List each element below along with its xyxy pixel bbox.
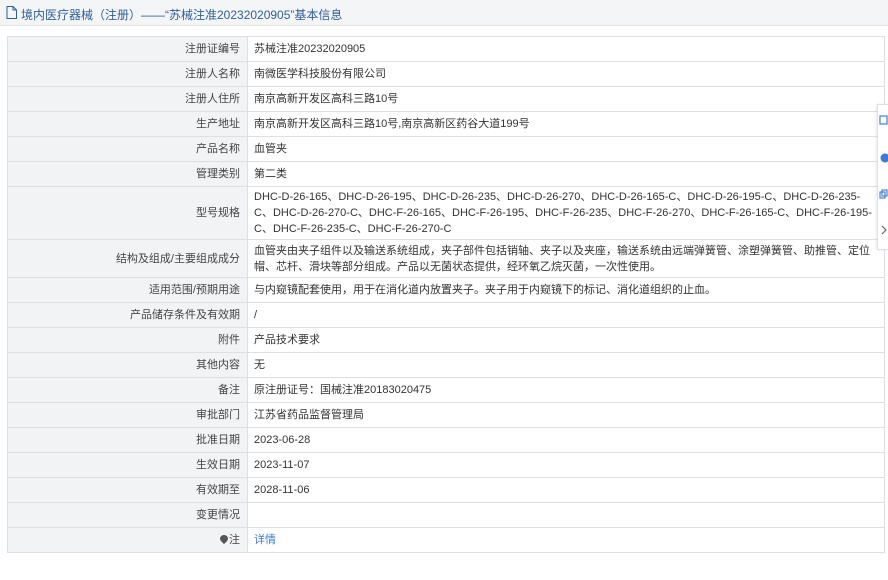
table-row: 管理类别 第二类 bbox=[7, 161, 885, 187]
info-table: 注册证编号 苏械注准20232020905 注册人名称 南微医学科技股份有限公司… bbox=[7, 36, 885, 553]
side-collapse-button[interactable] bbox=[878, 217, 888, 243]
row-label: 生产地址 bbox=[7, 111, 248, 137]
row-value: 第二类 bbox=[247, 161, 885, 187]
table-row: 型号规格 DHC-D-26-165、DHC-D-26-195、DHC-D-26-… bbox=[7, 186, 885, 240]
table-row: 附件 产品技术要求 bbox=[7, 327, 885, 353]
table-row: 注 详情 bbox=[7, 527, 885, 553]
edit-icon bbox=[879, 115, 888, 125]
row-label: 管理类别 bbox=[7, 161, 248, 187]
table-row: 结构及组成/主要组成成分 血管夹由夹子组件以及输送系统组成，夹子部件包括销轴、夹… bbox=[7, 239, 885, 278]
row-value bbox=[247, 502, 885, 528]
details-link[interactable]: 详情 bbox=[254, 534, 276, 546]
table-row: 审批部门 江苏省药品监督管理局 bbox=[7, 402, 885, 428]
row-value: 产品技术要求 bbox=[247, 327, 885, 353]
side-toolbar bbox=[877, 104, 888, 250]
row-label: 备注 bbox=[7, 377, 248, 403]
table-row: 注册人名称 南微医学科技股份有限公司 bbox=[7, 61, 885, 87]
table-row: 生效日期 2023-11-07 bbox=[7, 452, 885, 478]
table-row: 批准日期 2023-06-28 bbox=[7, 427, 885, 453]
table-row: 生产地址 南京高新开发区高科三路10号,南京高新区药谷大道199号 bbox=[7, 111, 885, 137]
row-label: 其他内容 bbox=[7, 352, 248, 378]
row-value: 无 bbox=[247, 352, 885, 378]
row-value-cell: 详情 bbox=[247, 527, 885, 553]
side-help-button[interactable] bbox=[878, 145, 888, 171]
table-row: 产品储存条件及有效期 / bbox=[7, 302, 885, 328]
table-row: 注册人住所 南京高新开发区高科三路10号 bbox=[7, 86, 885, 112]
row-label: 注册人住所 bbox=[7, 86, 248, 112]
row-label: 结构及组成/主要组成成分 bbox=[7, 239, 248, 278]
title-bar: 境内医疗器械（注册）——“苏械注准20232020905”基本信息 bbox=[0, 0, 888, 26]
chevron-right-icon bbox=[881, 225, 887, 235]
row-label: 附件 bbox=[7, 327, 248, 353]
row-label: 产品名称 bbox=[7, 136, 248, 162]
row-value: 血管夹 bbox=[247, 136, 885, 162]
table-row: 适用范围/预期用途 与内窥镜配套使用，用于在消化道内放置夹子。夹子用于内窥镜下的… bbox=[7, 277, 885, 303]
page-title: 境内医疗器械（注册）——“苏械注准20232020905”基本信息 bbox=[21, 8, 343, 22]
row-label: 注册证编号 bbox=[7, 36, 248, 62]
row-value: 南京高新开发区高科三路10号 bbox=[247, 86, 885, 112]
row-value: 南京高新开发区高科三路10号,南京高新区药谷大道199号 bbox=[247, 111, 885, 137]
row-value: 苏械注准20232020905 bbox=[247, 36, 885, 62]
table-row: 变更情况 bbox=[7, 502, 885, 528]
document-icon bbox=[6, 6, 17, 22]
row-label: 适用范围/预期用途 bbox=[7, 277, 248, 303]
row-value: 江苏省药品监督管理局 bbox=[247, 402, 885, 428]
row-label: 生效日期 bbox=[7, 452, 248, 478]
row-label: 产品储存条件及有效期 bbox=[7, 302, 248, 328]
help-icon bbox=[880, 153, 888, 163]
row-label: 型号规格 bbox=[7, 186, 248, 240]
table-row: 有效期至 2028-11-06 bbox=[7, 477, 885, 503]
row-value: 原注册证号：国械注准20183020475 bbox=[247, 377, 885, 403]
side-edit-button[interactable] bbox=[878, 107, 888, 133]
table-row: 备注 原注册证号：国械注准20183020475 bbox=[7, 377, 885, 403]
row-label: 注 bbox=[229, 534, 240, 546]
note-label-cell: 注 bbox=[7, 527, 248, 553]
pin-icon bbox=[220, 533, 228, 544]
table-row: 其他内容 无 bbox=[7, 352, 885, 378]
table-row: 产品名称 血管夹 bbox=[7, 136, 885, 162]
row-label: 审批部门 bbox=[7, 402, 248, 428]
copy-icon bbox=[879, 189, 888, 199]
row-label: 变更情况 bbox=[7, 502, 248, 528]
row-value: 与内窥镜配套使用，用于在消化道内放置夹子。夹子用于内窥镜下的标记、消化道组织的止… bbox=[247, 277, 885, 303]
row-value: 南微医学科技股份有限公司 bbox=[247, 61, 885, 87]
row-value: DHC-D-26-165、DHC-D-26-195、DHC-D-26-235、D… bbox=[247, 186, 885, 240]
row-value: / bbox=[247, 302, 885, 328]
row-value: 2023-11-07 bbox=[247, 452, 885, 478]
row-value: 2028-11-06 bbox=[247, 477, 885, 503]
row-label: 注册人名称 bbox=[7, 61, 248, 87]
row-value: 血管夹由夹子组件以及输送系统组成，夹子部件包括销轴、夹子以及夹座，输送系统由远端… bbox=[247, 239, 885, 278]
row-label: 批准日期 bbox=[7, 427, 248, 453]
side-copy-button[interactable] bbox=[878, 181, 888, 207]
row-value: 2023-06-28 bbox=[247, 427, 885, 453]
row-label: 有效期至 bbox=[7, 477, 248, 503]
table-row: 注册证编号 苏械注准20232020905 bbox=[7, 36, 885, 62]
